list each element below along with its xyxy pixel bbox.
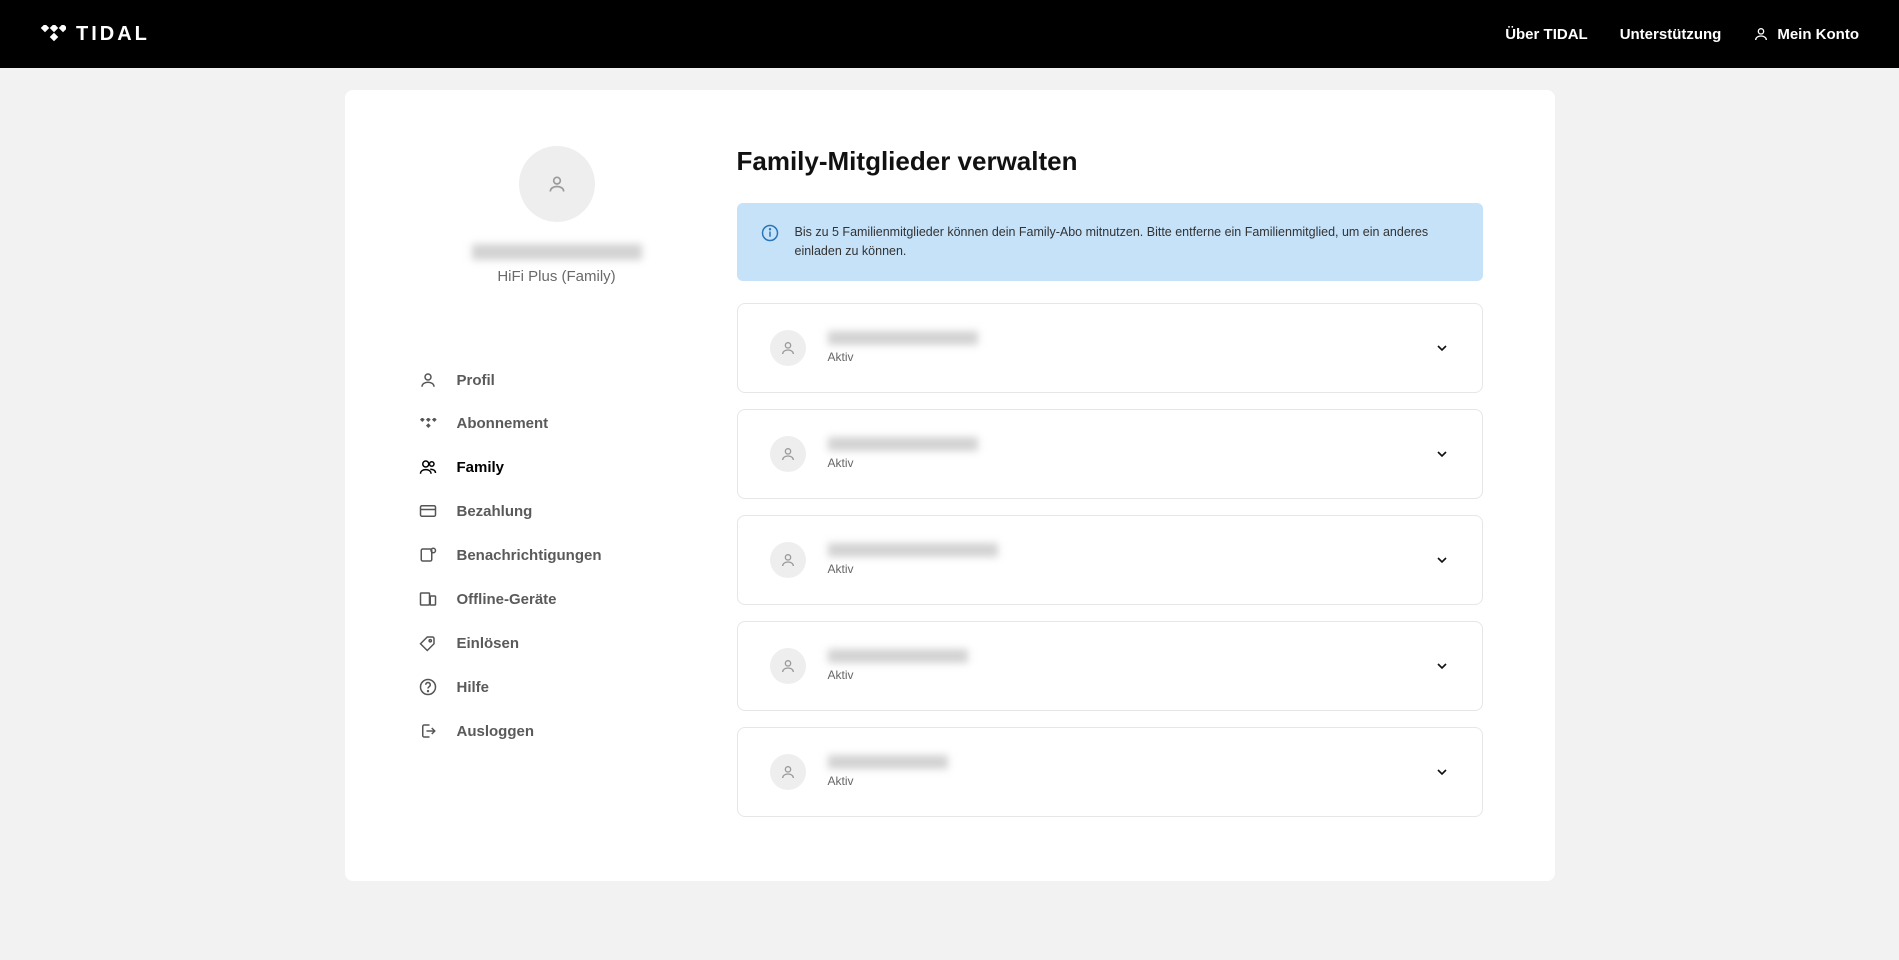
sidebar-item-label: Family [457,459,505,476]
page-title: Family-Mitglieder verwalten [737,146,1483,177]
side-nav: Profil Abonnement Family Bezahlung Benachric… [417,361,697,750]
sidebar-item-label: Hilfe [457,679,490,696]
nav-account-label: Mein Konto [1777,26,1859,43]
member-info: Aktiv [828,437,1412,470]
tidal-dots-icon [417,418,439,430]
tag-icon [417,634,439,652]
member-status: Aktiv [828,668,1412,682]
sidebar-item-label: Offline-Geräte [457,591,557,608]
member-row[interactable]: Aktiv [737,727,1483,817]
top-bar: TIDAL Über TIDAL Unterstützung Mein Kont… [0,0,1899,68]
member-info: Aktiv [828,543,1412,576]
left-column: HiFi Plus (Family) Profil Abonnement Famil… [417,146,697,833]
logout-icon [417,722,439,740]
member-avatar [770,754,806,790]
account-card: HiFi Plus (Family) Profil Abonnement Famil… [345,90,1555,881]
sidebar-item-einlösen[interactable]: Einlösen [417,624,697,662]
member-status: Aktiv [828,774,1412,788]
brand-name: TIDAL [76,23,150,46]
user-icon [1753,26,1769,42]
chevron-down-icon [1434,552,1450,568]
profile-plan: HiFi Plus (Family) [497,268,615,285]
chevron-down-icon [1434,658,1450,674]
devices-icon [417,590,439,608]
tidal-logo-icon [40,25,66,43]
member-avatar [770,648,806,684]
sidebar-item-label: Einlösen [457,635,520,652]
member-name-redacted [828,331,978,345]
page-wrap: HiFi Plus (Family) Profil Abonnement Famil… [0,68,1899,881]
sidebar-item-bezahlung[interactable]: Bezahlung [417,492,697,530]
nav-about[interactable]: Über TIDAL [1505,26,1588,43]
sidebar-item-label: Benachrichtigungen [457,547,602,564]
member-row[interactable]: Aktiv [737,515,1483,605]
member-status: Aktiv [828,562,1412,576]
bell-dot-icon [417,546,439,564]
brand[interactable]: TIDAL [40,23,150,46]
sidebar-item-label: Bezahlung [457,503,533,520]
info-icon [761,224,779,242]
member-name-redacted [828,543,998,557]
member-info: Aktiv [828,331,1412,364]
member-name-redacted [828,755,948,769]
top-nav: Über TIDAL Unterstützung Mein Konto [1505,26,1859,43]
info-text: Bis zu 5 Familienmitglieder können dein … [795,223,1459,261]
chevron-down-icon [1434,446,1450,462]
sidebar-item-family[interactable]: Family [417,448,697,486]
user-icon [417,371,439,389]
member-avatar [770,542,806,578]
nav-support[interactable]: Unterstützung [1620,26,1722,43]
sidebar-item-label: Abonnement [457,415,549,432]
sidebar-item-offline-geräte[interactable]: Offline-Geräte [417,580,697,618]
member-avatar [770,436,806,472]
people-icon [417,458,439,476]
member-info: Aktiv [828,755,1412,788]
help-icon [417,678,439,696]
chevron-down-icon [1434,764,1450,780]
member-name-redacted [828,437,978,451]
sidebar-item-benachrichtigungen[interactable]: Benachrichtigungen [417,536,697,574]
right-column: Family-Mitglieder verwalten Bis zu 5 Fam… [697,146,1483,833]
sidebar-item-label: Ausloggen [457,723,535,740]
member-info: Aktiv [828,649,1412,682]
sidebar-item-ausloggen[interactable]: Ausloggen [417,712,697,750]
member-avatar [770,330,806,366]
sidebar-item-label: Profil [457,372,495,389]
sidebar-item-hilfe[interactable]: Hilfe [417,668,697,706]
member-name-redacted [828,649,968,663]
profile-block: HiFi Plus (Family) [417,146,697,285]
member-status: Aktiv [828,350,1412,364]
sidebar-item-abonnement[interactable]: Abonnement [417,405,697,442]
member-row[interactable]: Aktiv [737,621,1483,711]
avatar [519,146,595,222]
chevron-down-icon [1434,340,1450,356]
profile-name-redacted [472,244,642,260]
member-row[interactable]: Aktiv [737,409,1483,499]
info-box: Bis zu 5 Familienmitglieder können dein … [737,203,1483,281]
member-row[interactable]: Aktiv [737,303,1483,393]
member-status: Aktiv [828,456,1412,470]
nav-account[interactable]: Mein Konto [1753,26,1859,43]
members-list: Aktiv Aktiv Aktiv Aktiv Aktiv [737,303,1483,817]
card-icon [417,502,439,520]
sidebar-item-profil[interactable]: Profil [417,361,697,399]
